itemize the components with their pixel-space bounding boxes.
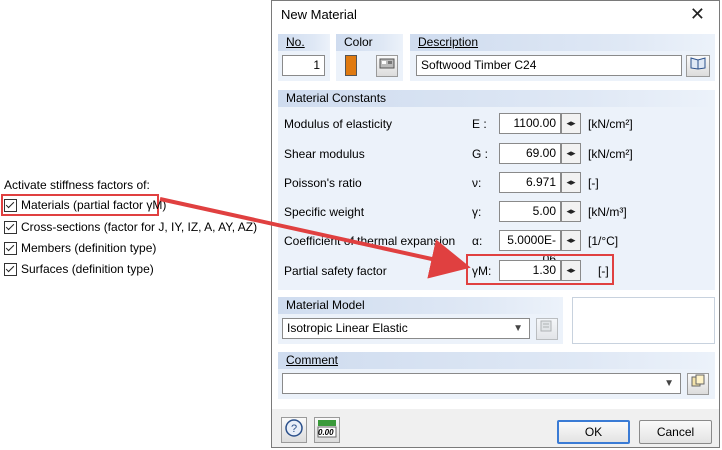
ok-button[interactable]: OK	[557, 420, 630, 444]
materials-checkbox[interactable]	[4, 198, 17, 212]
shear-modulus-spinner[interactable]: ◂▸	[561, 143, 581, 164]
edit-icon	[540, 320, 552, 332]
dialog-title: New Material	[281, 7, 357, 22]
comment-select[interactable]: ▼	[282, 373, 681, 394]
material-model-group: Material Model Isotropic Linear Elastic …	[278, 297, 563, 344]
partial-safety-highlight-box	[466, 254, 614, 285]
close-icon[interactable]: ✕	[690, 4, 705, 25]
shear-modulus-field[interactable]: 69.00	[499, 143, 561, 164]
cross-sections-checkbox[interactable]	[4, 220, 17, 234]
thermal-expansion-label: Coefficient of thermal expansion	[284, 234, 456, 248]
cross-sections-checkbox-row[interactable]: Cross-sections (factor for J, IY, IZ, A,…	[4, 218, 257, 236]
poissons-ratio-unit: [-]	[588, 176, 599, 190]
color-swatch[interactable]	[345, 55, 357, 76]
specific-weight-field[interactable]: 5.00	[499, 201, 561, 222]
modulus-spinner[interactable]: ◂▸	[561, 113, 581, 134]
cancel-button[interactable]: Cancel	[639, 420, 712, 444]
modulus-unit: [kN/cm²]	[588, 117, 633, 131]
thermal-expansion-spinner[interactable]: ◂▸	[561, 230, 581, 251]
book-icon	[690, 57, 706, 70]
thermal-expansion-field[interactable]: 5.0000E-06	[499, 230, 561, 266]
material-model-preview	[572, 297, 715, 344]
svg-text:?: ?	[291, 423, 297, 435]
material-model-select[interactable]: Isotropic Linear Elastic ▼	[282, 318, 530, 339]
material-constants-header: Material Constants	[278, 90, 715, 107]
partial-safety-factor-label: Partial safety factor	[284, 264, 387, 278]
stiffness-factors-title: Activate stiffness factors of:	[4, 178, 150, 192]
comment-header: Comment	[286, 353, 339, 367]
e-symbol: E :	[472, 117, 487, 131]
materials-checkbox-label: Materials (partial factor γM)	[21, 198, 167, 212]
number-label: No.	[286, 35, 305, 49]
units-button-label: 0.00	[318, 428, 334, 437]
chevron-down-icon: ▼	[513, 323, 523, 334]
thermal-expansion-unit: [1/°C]	[588, 234, 619, 248]
surfaces-checkbox[interactable]	[4, 262, 17, 276]
number-group: No. 1	[278, 34, 330, 81]
alpha-symbol: α:	[472, 234, 483, 248]
color-label: Color	[336, 34, 403, 51]
help-icon: ?	[285, 419, 303, 437]
dialog-titlebar: New Material ✕	[272, 1, 719, 31]
color-picker-button[interactable]	[376, 55, 398, 77]
number-field[interactable]: 1	[282, 55, 325, 76]
specific-weight-spinner[interactable]: ◂▸	[561, 201, 581, 222]
new-material-dialog: New Material ✕ No. 1 Color Description S…	[271, 0, 720, 448]
poissons-ratio-field[interactable]: 6.971	[499, 172, 561, 193]
material-model-value: Isotropic Linear Elastic	[287, 321, 408, 335]
g-symbol: G :	[472, 147, 489, 161]
modulus-of-elasticity-field[interactable]: 1100.00	[499, 113, 561, 134]
shear-modulus-unit: [kN/cm²]	[588, 147, 633, 161]
members-checkbox-label: Members (definition type)	[21, 241, 157, 255]
model-edit-button[interactable]	[536, 318, 558, 340]
color-group: Color	[336, 34, 403, 81]
cross-sections-checkbox-label: Cross-sections (factor for J, IY, IZ, A,…	[21, 220, 258, 234]
description-label: Description	[418, 35, 479, 49]
members-checkbox[interactable]	[4, 241, 17, 255]
poissons-ratio-spinner[interactable]: ◂▸	[561, 172, 581, 193]
comment-library-button[interactable]	[687, 373, 709, 395]
material-library-button[interactable]	[686, 55, 710, 77]
specific-weight-label: Specific weight	[284, 205, 365, 219]
nu-symbol: ν:	[472, 176, 482, 190]
materials-checkbox-row[interactable]: Materials (partial factor γM)	[4, 196, 166, 214]
shear-modulus-label: Shear modulus	[284, 147, 365, 161]
copy-icon	[691, 374, 705, 387]
chevron-down-icon: ▼	[664, 378, 674, 389]
poissons-ratio-label: Poisson's ratio	[284, 176, 362, 190]
specific-weight-unit: [kN/m³]	[588, 205, 627, 219]
members-checkbox-row[interactable]: Members (definition type)	[4, 239, 156, 257]
surfaces-checkbox-row[interactable]: Surfaces (definition type)	[4, 260, 154, 278]
comment-group: Comment ▼	[278, 352, 715, 399]
gamma-symbol: γ:	[472, 205, 482, 219]
description-field[interactable]: Softwood Timber C24	[416, 55, 682, 76]
surfaces-checkbox-label: Surfaces (definition type)	[21, 262, 154, 276]
palette-icon	[379, 58, 395, 69]
material-model-header: Material Model	[278, 297, 563, 314]
units-button[interactable]: 0.00	[314, 417, 340, 443]
help-button[interactable]: ?	[281, 417, 307, 443]
description-group: Description Softwood Timber C24	[410, 34, 715, 81]
modulus-of-elasticity-label: Modulus of elasticity	[284, 117, 393, 131]
